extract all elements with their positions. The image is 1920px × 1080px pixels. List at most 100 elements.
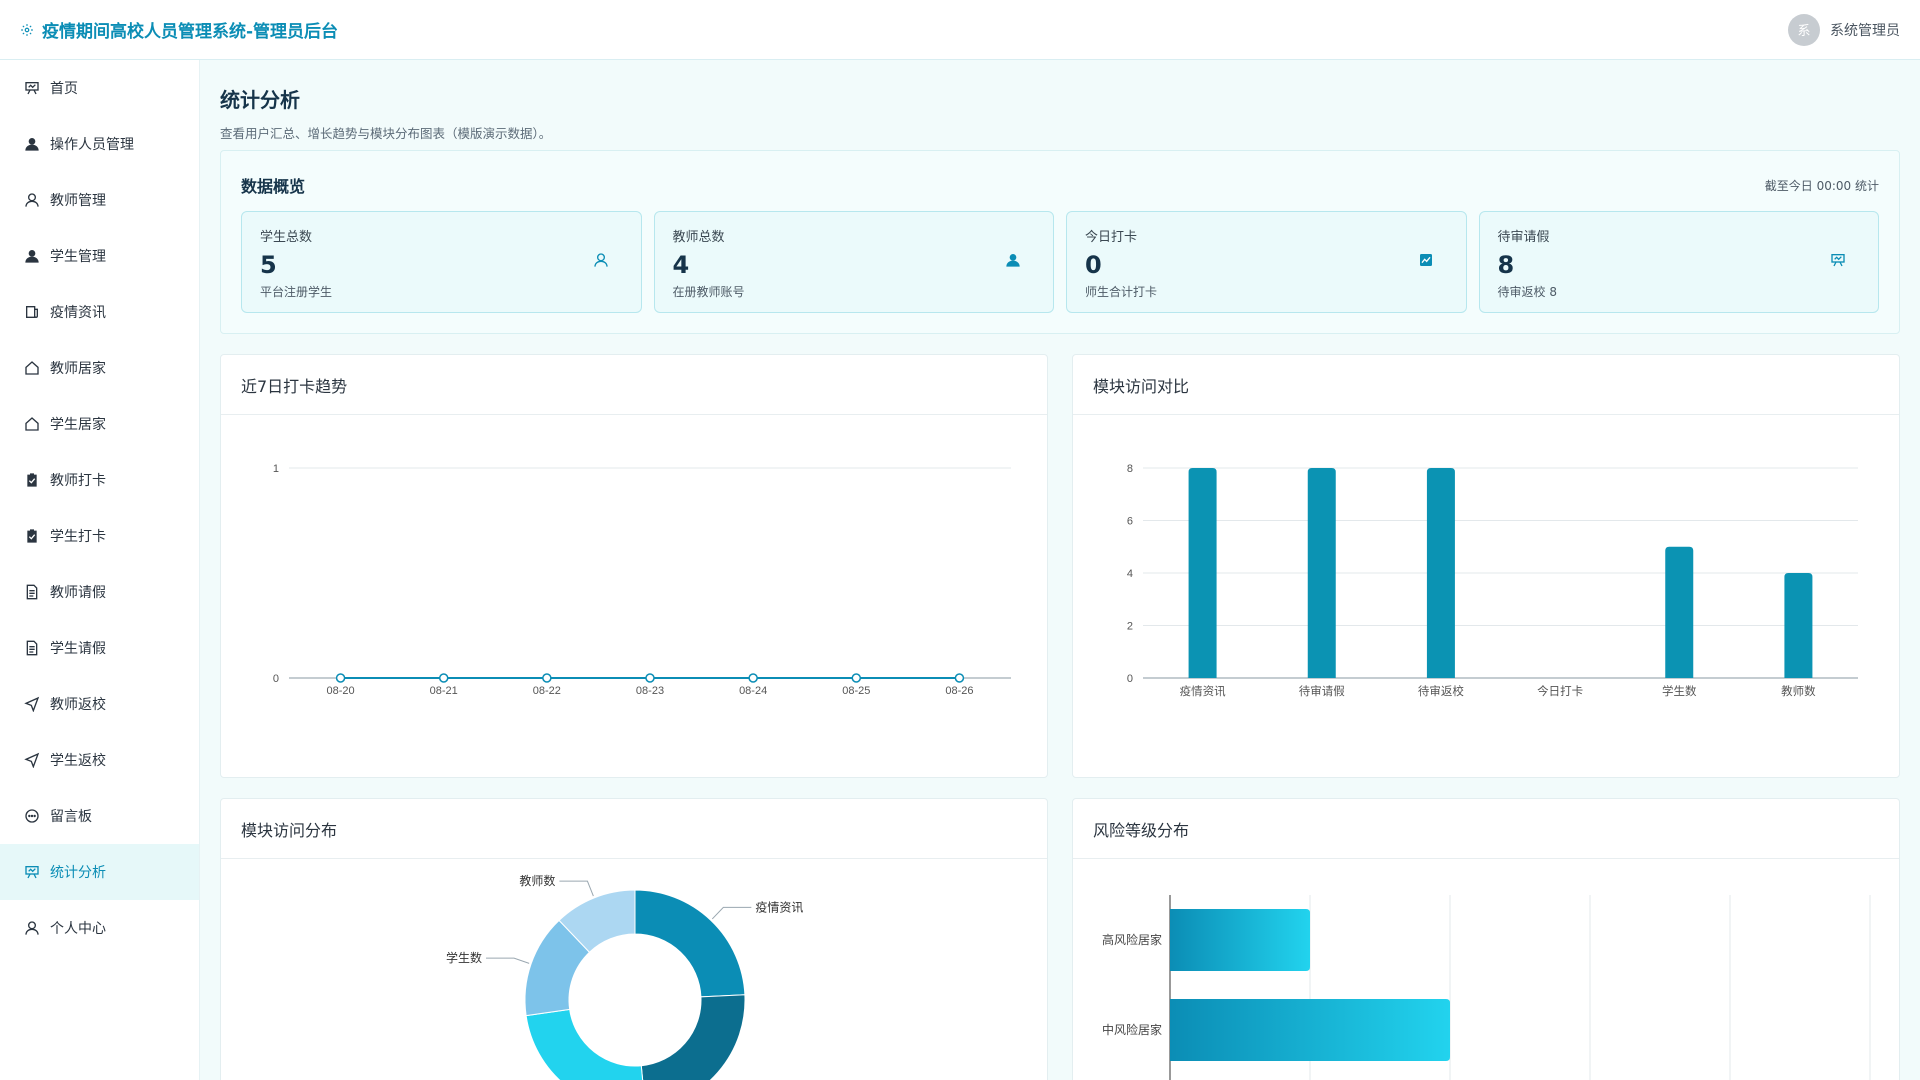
overview-card: 数据概览 截至今日 00:00 统计 学生总数 5 平台注册学生 教师总数 4 …: [220, 150, 1900, 334]
x-tick-label: 08-22: [533, 685, 561, 697]
module-pie-panel-title: 模块访问分布: [221, 799, 1047, 859]
user-menu[interactable]: 系 系统管理员: [1788, 13, 1900, 46]
sidebar-item-5[interactable]: 教师居家: [0, 340, 199, 396]
stat-subtext: 平台注册学生: [260, 285, 333, 299]
slice-label: 疫情资讯: [755, 899, 803, 914]
stat-value: 8: [1497, 251, 1515, 279]
stat-subtext: 在册教师账号: [672, 285, 745, 299]
clipboard-check-icon: [24, 528, 40, 544]
module-donut-chart: 疫情资讯学生数 教师数: [446, 873, 803, 1080]
y-tick-label: 1: [273, 463, 279, 475]
x-tick-label: 教师数: [1781, 684, 1816, 698]
stat-card[interactable]: 待审请假 8 待审返校 8: [1478, 211, 1879, 313]
risk-panel-title: 风险等级分布: [1073, 799, 1899, 859]
clipboard-check-icon: [24, 472, 40, 488]
risk-panel: 风险等级分布 高风险居家 中风险居家: [1072, 798, 1900, 1080]
sidebar-item-label: 教师请假: [50, 585, 106, 601]
sidebar-item-7[interactable]: 教师打卡: [0, 452, 199, 508]
bar: [1170, 909, 1310, 971]
risk-bar-chart: 高风险居家中风险居家: [1102, 895, 1871, 1080]
bar: [1784, 573, 1813, 678]
sidebar-item-14[interactable]: 统计分析: [0, 844, 199, 900]
sidebar-item-10[interactable]: 学生请假: [0, 620, 199, 676]
y-tick-label: 8: [1127, 463, 1133, 475]
user-outline-icon: [24, 920, 40, 936]
stat-label: 教师总数: [672, 230, 725, 245]
page-description: 查看用户汇总、增长趋势与模块分布图表（模版演示数据）。: [220, 126, 552, 141]
label-leader-line: [711, 906, 752, 920]
sidebar-item-label: 留言板: [50, 809, 92, 825]
sidebar-item-11[interactable]: 教师返校: [0, 676, 199, 732]
bar: [1307, 468, 1336, 678]
sidebar-item-15[interactable]: 个人中心: [0, 900, 199, 956]
sidebar-item-label: 统计分析: [50, 865, 106, 881]
stat-card[interactable]: 今日打卡 0 师生合计打卡: [1066, 211, 1467, 313]
stat-value: 4: [672, 251, 690, 279]
stat-card[interactable]: 教师总数 4 在册教师账号: [653, 211, 1054, 313]
sidebar-item-2[interactable]: 教师管理: [0, 172, 199, 228]
slice-label: 教师数: [519, 873, 555, 888]
data-point: [438, 673, 449, 683]
trend-chart-icon: [1418, 252, 1438, 272]
stat-label: 今日打卡: [1085, 230, 1138, 245]
sidebar-item-label: 教师居家: [50, 361, 106, 377]
user-name: 系统管理员: [1830, 22, 1900, 39]
overview-note: 截至今日 00:00 统计: [1764, 178, 1879, 193]
user-solid-icon: [1005, 252, 1025, 272]
sidebar-item-0[interactable]: 首页: [0, 60, 199, 116]
sidebar-item-8[interactable]: 学生打卡: [0, 508, 199, 564]
user-solid-icon: [24, 136, 40, 152]
send-icon: [24, 752, 40, 768]
sidebar-item-label: 操作人员管理: [50, 137, 134, 153]
sidebar-item-1[interactable]: 操作人员管理: [0, 116, 199, 172]
slice-label: 学生数: [446, 950, 482, 965]
sidebar-item-label: 学生居家: [50, 417, 106, 433]
sidebar-item-9[interactable]: 教师请假: [0, 564, 199, 620]
y-tick-label: 4: [1127, 568, 1133, 580]
stat-value: 5: [260, 251, 277, 279]
y-tick-label: 0: [1127, 673, 1133, 685]
label-leader-line: [486, 957, 530, 964]
stat-card[interactable]: 学生总数 5 平台注册学生: [241, 211, 642, 313]
data-point: [542, 673, 552, 683]
x-tick-label: 08-26: [945, 685, 973, 697]
sidebar-item-label: 教师打卡: [50, 473, 106, 489]
trend-panel: 近7日打卡趋势 0 1 08-20 08-21 08-22 08-23 08-24 08-25…: [220, 354, 1048, 778]
sidebar-item-label: 学生请假: [50, 641, 106, 657]
top-header: 疫情期间高校人员管理系统-管理员后台 系 系统管理员: [0, 0, 1920, 60]
stat-value: 0: [1085, 251, 1102, 279]
sidebar-item-label: 首页: [50, 81, 78, 97]
sidebar-item-12[interactable]: 学生返校: [0, 732, 199, 788]
sidebar-item-label: 疫情资讯: [50, 305, 106, 321]
pie-slice: [525, 1008, 644, 1080]
bar: [1188, 468, 1217, 678]
sidebar-item-label: 教师返校: [50, 697, 106, 713]
send-icon: [24, 696, 40, 712]
presentation-board-icon: [1830, 252, 1850, 272]
document-icon: [24, 584, 40, 600]
sidebar-item-6[interactable]: 学生居家: [0, 396, 199, 452]
sidebar-item-13[interactable]: 留言板: [0, 788, 199, 844]
x-tick-label: 08-24: [739, 685, 767, 697]
x-tick-label: 08-20: [327, 685, 355, 697]
sidebar-item-3[interactable]: 学生管理: [0, 228, 199, 284]
data-point: [748, 673, 758, 683]
trend-panel-title: 近7日打卡趋势: [221, 355, 1047, 415]
brand[interactable]: 疫情期间高校人员管理系统-管理员后台: [20, 17, 338, 42]
home-icon: [24, 360, 40, 376]
bar: [1426, 468, 1455, 678]
home-icon: [24, 416, 40, 432]
sidebar-item-label: 个人中心: [50, 921, 106, 937]
y-tick-label: 2: [1127, 621, 1133, 633]
data-point: [954, 673, 965, 683]
sidebar-item-4[interactable]: 疫情资讯: [0, 284, 199, 340]
x-tick-label: 今日打卡: [1537, 684, 1583, 698]
x-tick-label: 学生数: [1662, 684, 1697, 698]
sidebar-item-label: 学生返校: [50, 753, 106, 769]
x-tick-label: 疫情资讯: [1180, 684, 1226, 698]
y-tick-label: 0: [273, 673, 279, 685]
y-tick-label: 中风险居家: [1102, 1022, 1162, 1037]
sidebar-item-label: 学生管理: [50, 249, 106, 265]
x-tick-label: 08-23: [636, 685, 664, 697]
bar: [1170, 999, 1450, 1061]
